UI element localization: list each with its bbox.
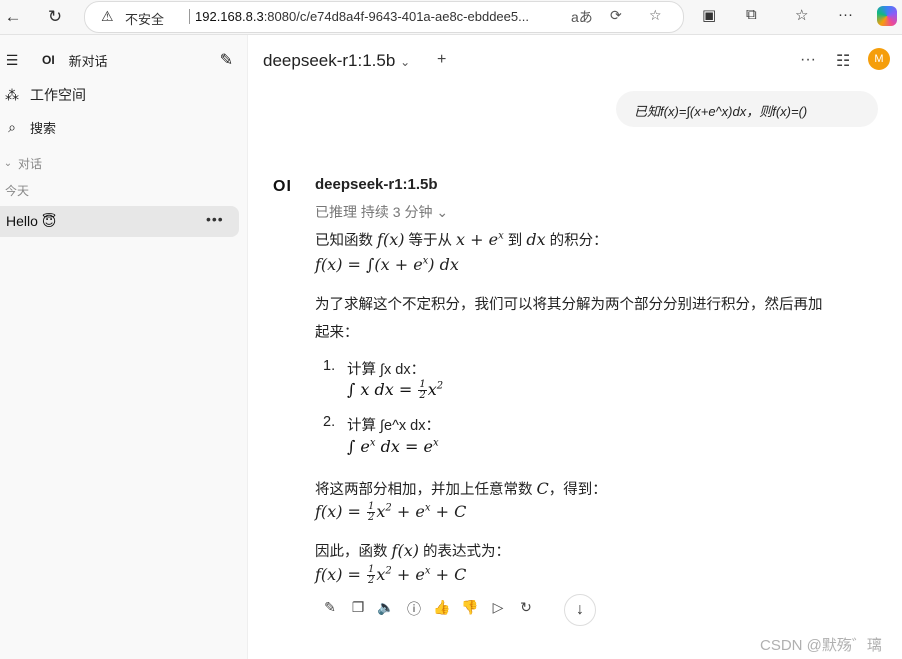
- sidebar-item-workspace[interactable]: ⁂ 工作空间: [0, 85, 247, 105]
- model-selector[interactable]: deepseek-r1:1.5b ⌄: [263, 51, 410, 71]
- chat-main: deepseek-r1:1.5b ⌄ + ··· ☷ M 已知f(x)=∫(x+…: [248, 35, 902, 659]
- equation-step-2: ∫ ex dx = ex: [347, 437, 439, 456]
- user-avatar[interactable]: M: [868, 48, 890, 70]
- watermark: CSDN @默殇゛璃: [760, 637, 882, 654]
- url-text[interactable]: 192.168.8.3:8080/c/e74d8a4f-9643-401a-ae…: [195, 9, 529, 24]
- regenerate-icon[interactable]: ↻: [517, 599, 535, 619]
- paragraph-2: 为了求解这个不定积分，我们可以将其分解为两个部分分别进行积分，然后再加: [315, 297, 823, 313]
- extensions-icon[interactable]: ⧉: [746, 6, 757, 23]
- play-icon[interactable]: ▷: [489, 599, 507, 619]
- warning-icon: ⚠: [101, 8, 114, 24]
- equation-3: f(x) = 1 2 x2 + ex + C: [315, 501, 467, 523]
- more-options-icon[interactable]: ···: [800, 51, 816, 69]
- list-number: 1.: [323, 358, 336, 374]
- thumbs-up-icon[interactable]: 👍: [433, 599, 451, 619]
- add-model-icon[interactable]: +: [437, 51, 446, 69]
- back-icon[interactable]: ←: [2, 6, 24, 28]
- address-separator: [189, 9, 190, 24]
- paragraph-4: 因此，函数 f(x) 的表达式为：: [315, 541, 510, 560]
- copilot-icon[interactable]: [877, 6, 897, 26]
- favorite-star-icon[interactable]: ☆: [649, 7, 662, 24]
- translate-icon[interactable]: ⟳: [610, 7, 622, 24]
- browser-toolbar: ← ↻ ⚠ 不安全 192.168.8.3:8080/c/e74d8a4f-96…: [0, 0, 902, 35]
- equation-4: f(x) = 1 2 x2 + ex + C: [315, 564, 467, 586]
- read-aloud-icon[interactable]: aあ: [571, 7, 593, 27]
- address-bar[interactable]: ⚠ 不安全 192.168.8.3:8080/c/e74d8a4f-9643-4…: [84, 1, 684, 33]
- edit-icon[interactable]: ✎: [321, 599, 339, 619]
- sidebar: ☰ OI 新对话 ✎ ⁂ 工作空间 ⌕ 搜索 ⌄ 对话 今天 Hello 😇 •…: [0, 35, 248, 659]
- copy-icon[interactable]: ❐: [349, 599, 367, 619]
- chevron-down-icon: ⌄: [400, 55, 411, 69]
- insecure-label: 不安全: [125, 12, 165, 27]
- settings-sliders-icon[interactable]: ☷: [836, 51, 850, 71]
- more-options-icon[interactable]: •••: [206, 211, 224, 227]
- workspace-icon: ⁂: [5, 86, 19, 103]
- message-actions: ✎ ❐ 🔈 ⓘ 👍 👎 ▷ ↻: [321, 599, 535, 619]
- sidebar-top-row: ☰ OI 新对话 ✎: [0, 50, 247, 70]
- step-1-text: 计算 ∫x dx：: [347, 362, 426, 378]
- equation-step-1: ∫ x dx = 1 2 x2: [347, 379, 444, 401]
- arrow-down-icon: ↓: [576, 601, 584, 618]
- sidebar-item-search[interactable]: ⌕ 搜索: [0, 118, 247, 137]
- assistant-logo: OI: [273, 178, 292, 195]
- app-logo: OI: [42, 53, 55, 67]
- tab-actions-icon[interactable]: ▣: [702, 6, 716, 24]
- thumbs-down-icon[interactable]: 👎: [461, 599, 479, 619]
- user-message-text: 已知f(x)=∫(x+e^x)dx，则f(x)=(): [634, 104, 808, 119]
- list-number: 2.: [323, 414, 336, 430]
- chevron-down-icon: ⌄: [3, 158, 13, 169]
- chevron-down-icon: ⌄: [436, 204, 449, 220]
- reload-icon[interactable]: ↻: [44, 6, 66, 28]
- reasoning-toggle[interactable]: 已推理 持续 3 分钟 ⌄: [315, 202, 448, 222]
- assistant-name: deepseek-r1:1.5b: [315, 176, 438, 193]
- sidebar-toggle-icon[interactable]: ☰: [2, 52, 22, 69]
- user-message-bubble: 已知f(x)=∫(x+e^x)dx，则f(x)=(): [616, 91, 878, 127]
- paragraph-2-cont: 起来：: [315, 325, 359, 341]
- paragraph-1: 已知函数 f(x) 等于从 x + ex 到 dx 的积分：: [315, 230, 608, 249]
- search-icon: ⌕: [8, 119, 16, 135]
- sidebar-item-label: 搜索: [30, 121, 57, 136]
- paragraph-3: 将这两部分相加，并加上任意常数 C，得到：: [315, 479, 607, 498]
- new-chat-link[interactable]: 新对话: [69, 51, 108, 70]
- info-icon[interactable]: ⓘ: [405, 599, 423, 619]
- sidebar-item-label: 工作空间: [30, 87, 86, 103]
- new-chat-edit-icon[interactable]: ✎: [220, 50, 233, 70]
- chat-item-title: Hello 😇: [6, 213, 57, 229]
- step-2-text: 计算 ∫e^x dx：: [347, 418, 440, 434]
- scroll-down-button[interactable]: ↓: [564, 594, 596, 626]
- section-label: 对话: [18, 157, 43, 171]
- chats-section-header[interactable]: ⌄ 对话: [0, 155, 247, 172]
- menu-icon[interactable]: ···: [838, 6, 853, 23]
- today-label: 今天: [5, 184, 30, 198]
- favorites-icon[interactable]: ☆: [795, 6, 808, 24]
- read-aloud-icon[interactable]: 🔈: [377, 599, 395, 619]
- chat-item-hello[interactable]: Hello 😇 •••: [0, 206, 239, 237]
- equation-1: f(x) = ∫(x + ex) dx: [315, 255, 459, 274]
